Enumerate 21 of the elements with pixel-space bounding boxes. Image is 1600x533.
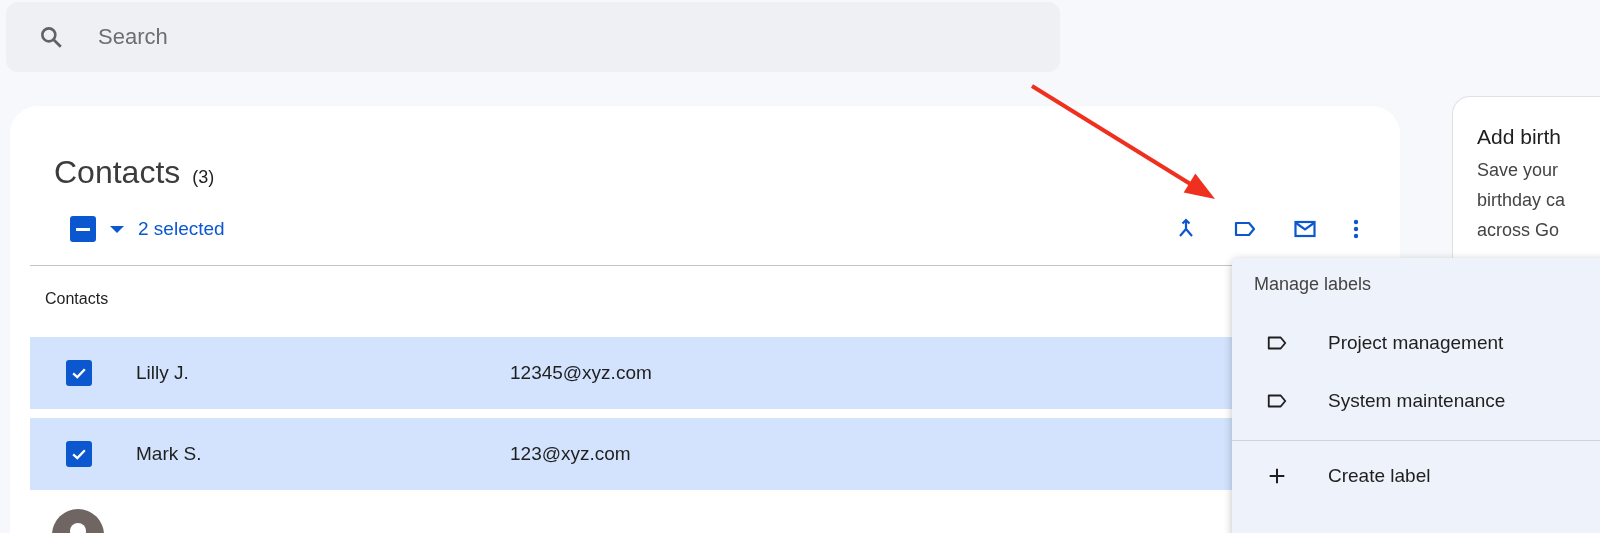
caret-icon[interactable] bbox=[110, 225, 124, 233]
row-checkbox[interactable] bbox=[66, 360, 92, 386]
contact-name: Mark S. bbox=[136, 443, 203, 465]
menu-title: Manage labels bbox=[1253, 274, 1373, 296]
contact-email: 12345@xyz.com bbox=[510, 362, 652, 384]
search-field[interactable]: Search bbox=[6, 2, 1060, 72]
more-icon[interactable] bbox=[1352, 217, 1360, 241]
card-title: Add birth bbox=[1477, 125, 1563, 149]
card-text: birthday ca bbox=[1477, 189, 1567, 212]
section-heading: Contacts bbox=[45, 290, 109, 309]
page-title: Contacts bbox=[54, 154, 181, 191]
row-checkbox[interactable] bbox=[66, 441, 92, 467]
card-text: across Go bbox=[1477, 219, 1561, 242]
select-all-checkbox[interactable] bbox=[70, 216, 96, 242]
contact-email: 123@xyz.com bbox=[510, 443, 631, 465]
contact-name: Lilly J. bbox=[136, 362, 190, 384]
card-text: Save your bbox=[1477, 159, 1560, 182]
search-icon bbox=[38, 24, 64, 50]
selected-count: 2 selected bbox=[138, 218, 225, 240]
contact-count: (3) bbox=[192, 167, 215, 188]
search-input[interactable]: Search bbox=[96, 23, 900, 51]
